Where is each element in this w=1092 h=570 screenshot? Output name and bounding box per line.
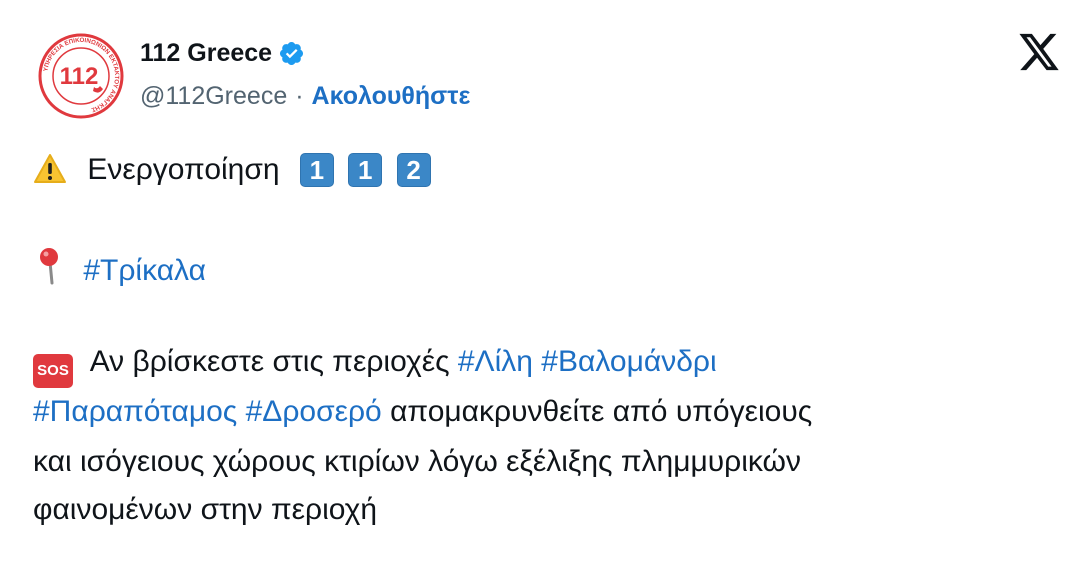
warning-icon — [33, 153, 67, 185]
areas-text: Αν βρίσκεστε στις περιοχές — [89, 345, 450, 378]
pin-icon — [33, 246, 67, 286]
hashtag-drosero[interactable]: #Δροσερό — [246, 395, 382, 428]
keycap-one-icon: 1 — [348, 153, 383, 187]
hashtag-valomandri[interactable]: #Βαλομάνδρι — [541, 345, 716, 378]
separator-dot: · — [295, 81, 304, 110]
keycap-two-icon: 2 — [396, 153, 431, 187]
tweet-embed-card: ΥΠΗΡΕΣΙΑ ΕΠΙΚΟΙΝΩΝΙΩΝ ΕΚΤΑΚΤΟΥ ΑΝΑΓΚΗΣ 1… — [0, 0, 1092, 570]
hashtag-trikala[interactable]: #Τρίκαλα — [83, 254, 206, 287]
avatar-number: 112 — [60, 63, 99, 90]
tweet-line-areas: SOS Αν βρίσκεστε στις περιοχές #Λίλη #Βα… — [33, 342, 717, 388]
account-name[interactable]: 112 Greece — [140, 39, 272, 68]
verified-badge-icon — [280, 41, 304, 65]
tweet-line-evacuate: #Παραπόταμος #Δροσερό απομακρυνθείτε από… — [33, 392, 812, 432]
hashtag-parapotamos[interactable]: #Παραπόταμος — [33, 395, 237, 428]
hashtag-lili[interactable]: #Λίλη — [458, 345, 533, 378]
account-handle-row: @112Greece · Ακολουθήστε — [140, 80, 470, 112]
x-logo-icon[interactable] — [1016, 32, 1062, 72]
account-avatar[interactable]: ΥΠΗΡΕΣΙΑ ΕΠΙΚΟΙΝΩΝΙΩΝ ΕΚΤΑΚΤΟΥ ΑΝΑΓΚΗΣ 1… — [33, 33, 129, 119]
activation-text: Ενεργοποίηση — [87, 153, 280, 186]
tweet-line-activation: Ενεργοποίηση 1 1 2 — [33, 150, 437, 190]
account-handle[interactable]: @112Greece — [140, 82, 287, 111]
evacuate-text: απομακρυνθείτε από υπόγειους — [390, 395, 813, 428]
account-name-row: 112 Greece — [140, 36, 305, 70]
tweet-line-location: #Τρίκαλα — [33, 246, 206, 291]
sos-icon: SOS — [33, 354, 73, 388]
tweet-line-phenomena: φαινομένων στην περιοχή — [33, 493, 378, 526]
follow-button[interactable]: Ακολουθήστε — [312, 82, 471, 111]
keycap-one-icon: 1 — [299, 153, 334, 187]
tweet-line-buildings: και ισόγειους χώρους κτιρίων λόγω εξέλιξ… — [33, 445, 801, 478]
